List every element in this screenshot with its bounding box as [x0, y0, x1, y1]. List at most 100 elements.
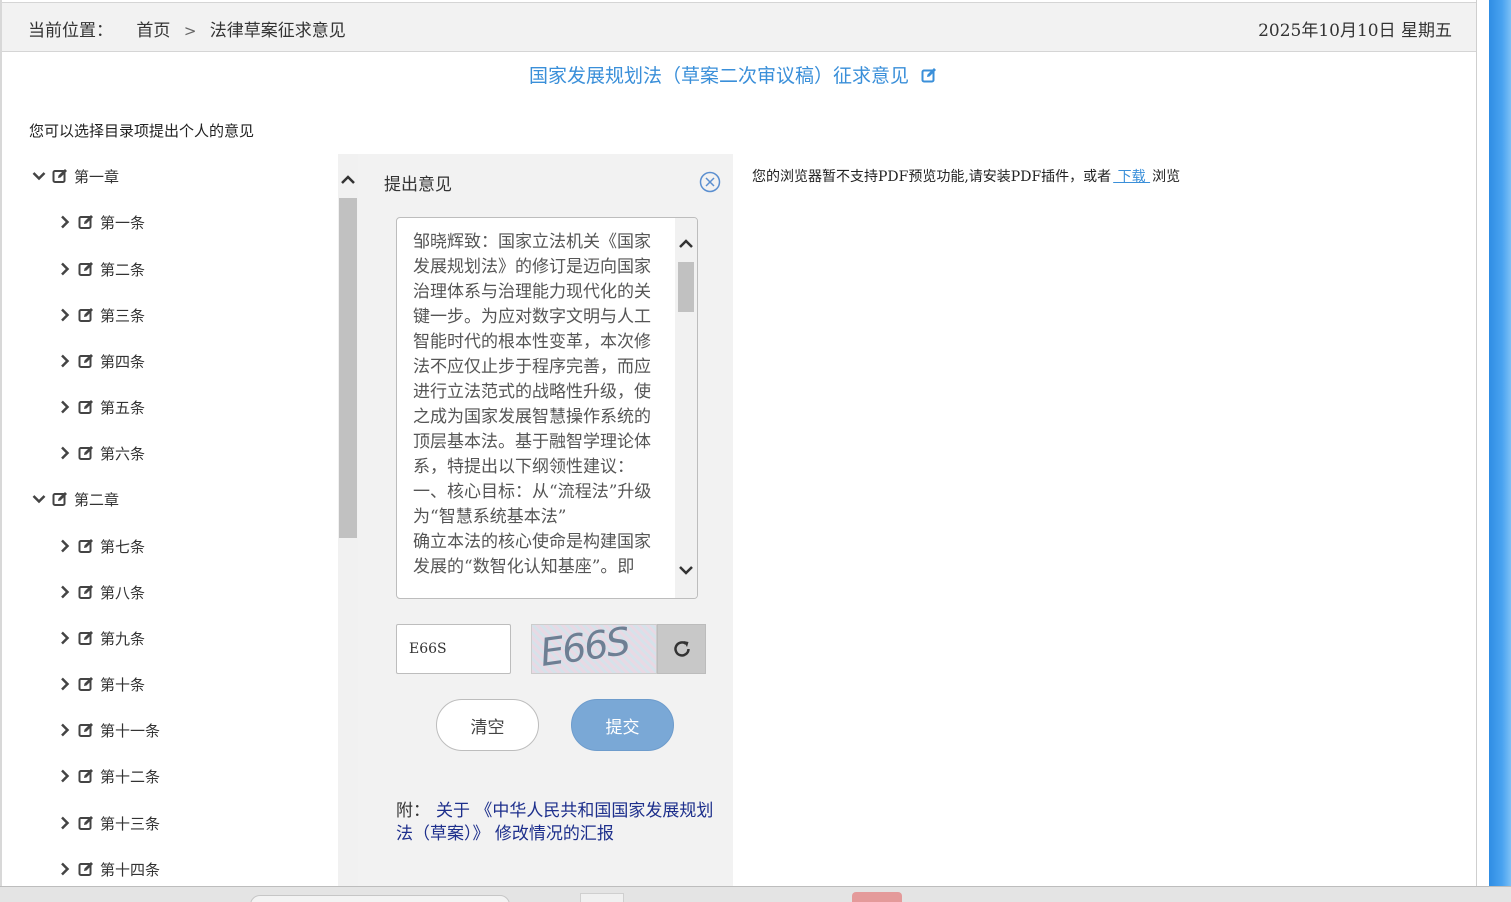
chevron-right-icon[interactable] [58, 400, 72, 414]
tree-article-label: 第十条 [100, 675, 146, 694]
tree-article[interactable]: 第一条 [58, 210, 145, 234]
panel-title: 提出意见 [384, 175, 452, 195]
chevron-right-icon[interactable] [58, 677, 72, 691]
tree-article[interactable]: 第三条 [58, 303, 145, 327]
chevron-right-icon[interactable] [58, 539, 72, 553]
taskbar-tab[interactable] [852, 892, 902, 902]
captcha-refresh-button[interactable] [657, 624, 706, 674]
chevron-right-icon[interactable] [58, 585, 72, 599]
edit-checkbox-icon[interactable] [78, 307, 94, 323]
comment-text: 邹晓辉致：国家立法机关《国家发展规划法》的修订是迈向国家治理体系与治理能力现代化… [413, 232, 652, 577]
edit-checkbox-icon[interactable] [78, 815, 94, 831]
chevron-down-icon[interactable] [32, 169, 46, 183]
chevron-right-icon[interactable] [58, 354, 72, 368]
edit-checkbox-icon[interactable] [78, 584, 94, 600]
tree-article-label: 第一条 [100, 213, 146, 232]
edit-checkbox-icon[interactable] [78, 676, 94, 692]
breadcrumb-label: 当前位置： [28, 21, 113, 41]
chevron-right-icon[interactable] [58, 769, 72, 783]
scroll-up-icon[interactable] [678, 236, 694, 252]
chevron-right-icon[interactable] [58, 862, 72, 876]
top-bar: 当前位置： 首页 > 法律草案征求意见 2025年10月10日 星期五 [2, 2, 1476, 52]
edit-checkbox-icon[interactable] [78, 353, 94, 369]
taskbar-tab[interactable] [250, 895, 510, 902]
pdf-message-suffix: 浏览 [1152, 169, 1181, 185]
comment-textarea[interactable]: 邹晓辉致：国家立法机关《国家发展规划法》的修订是迈向国家治理体系与治理能力现代化… [396, 217, 698, 599]
chevron-right-icon[interactable] [58, 723, 72, 737]
tree-article[interactable]: 第九条 [58, 626, 145, 650]
chevron-down-icon[interactable] [32, 492, 46, 506]
breadcrumb: 当前位置： 首页 > 法律草案征求意见 [28, 16, 346, 41]
captcha-image-text: E66S [537, 624, 632, 674]
pdf-message-text: 您的浏览器暂不支持PDF预览功能,请安装PDF插件，或者 [752, 169, 1112, 185]
breadcrumb-current: 法律草案征求意见 [209, 21, 346, 41]
scroll-down-icon[interactable] [678, 562, 694, 578]
tree-article-label: 第五条 [100, 398, 146, 417]
submit-button[interactable]: 提交 [571, 699, 674, 751]
edit-checkbox-icon[interactable] [52, 491, 68, 507]
textarea-scroll-thumb[interactable] [678, 262, 694, 312]
tree-article[interactable]: 第十三条 [58, 811, 160, 835]
tree-article[interactable]: 第五条 [58, 395, 145, 419]
hint-text: 您可以选择目录项提出个人的意见 [29, 122, 255, 140]
tree-article[interactable]: 第七条 [58, 534, 145, 558]
tree-article[interactable]: 第二条 [58, 257, 145, 281]
tree-article-label: 第三条 [100, 306, 146, 325]
chevron-right-icon[interactable] [58, 816, 72, 830]
edit-checkbox-icon[interactable] [78, 399, 94, 415]
clear-button[interactable]: 清空 [436, 699, 539, 751]
edit-icon[interactable] [921, 67, 937, 83]
tree-article-label: 第四条 [100, 352, 146, 371]
edit-checkbox-icon[interactable] [78, 538, 94, 554]
scroll-up-icon[interactable] [340, 172, 356, 188]
tree-article-label: 第十四条 [100, 860, 161, 879]
tree-article[interactable]: 第十四条 [58, 857, 160, 881]
close-icon[interactable] [699, 171, 721, 193]
comment-panel: 提出意见 邹晓辉致：国家立法机关《国家发展规划法》的修订是迈向国家治理体系与治理… [358, 154, 733, 886]
edit-checkbox-icon[interactable] [78, 261, 94, 277]
tree-article[interactable]: 第十一条 [58, 718, 160, 742]
captcha-input[interactable]: E66S [396, 624, 511, 674]
toc-tree: 第一章 第一条 第二条 第三条 第四条 第五条 第六条 第二章 第七条 第八条 … [28, 154, 338, 886]
tree-article[interactable]: 第四条 [58, 349, 145, 373]
tree-chapter-1[interactable]: 第一章 [32, 164, 119, 188]
tree-article-label: 第十二条 [100, 767, 161, 786]
tree-article-label: 第二条 [100, 260, 146, 279]
chevron-right-icon[interactable] [58, 215, 72, 229]
edit-checkbox-icon[interactable] [78, 630, 94, 646]
refresh-icon [673, 641, 690, 657]
page-title-text: 国家发展规划法（草案二次审议稿）征求意见 [529, 65, 910, 87]
tree-article-label: 第九条 [100, 629, 146, 648]
breadcrumb-home-link[interactable]: 首页 [136, 16, 170, 41]
edit-checkbox-icon[interactable] [52, 168, 68, 184]
chevron-right-icon[interactable] [58, 446, 72, 460]
right-divider [1476, 0, 1489, 886]
taskbar-tab[interactable] [580, 893, 624, 902]
chevron-right-icon[interactable] [58, 262, 72, 276]
edit-checkbox-icon[interactable] [78, 768, 94, 784]
attachment: 附： 关于 《中华人民共和国国家发展规划法（草案）》 修改情况的汇报 [396, 800, 726, 846]
tree-scrollbar[interactable] [338, 154, 358, 886]
tree-article-label: 第八条 [100, 583, 146, 602]
tree-article[interactable]: 第十二条 [58, 764, 160, 788]
page-title[interactable]: 国家发展规划法（草案二次审议稿）征求意见 [529, 61, 937, 88]
attachment-label: 附： [396, 801, 430, 821]
tree-article[interactable]: 第六条 [58, 441, 145, 465]
download-link[interactable]: 下载 [1113, 169, 1150, 185]
edit-checkbox-icon[interactable] [78, 445, 94, 461]
tree-article-label: 第十三条 [100, 814, 161, 833]
left-border [0, 0, 2, 886]
tree-chapter-2[interactable]: 第二章 [32, 487, 119, 511]
edit-checkbox-icon[interactable] [78, 214, 94, 230]
tree-article[interactable]: 第十条 [58, 672, 145, 696]
attachment-link[interactable]: 关于 《中华人民共和国国家发展规划法（草案）》 修改情况的汇报 [396, 801, 713, 844]
tree-article[interactable]: 第八条 [58, 580, 145, 604]
tree-scroll-thumb[interactable] [339, 198, 357, 538]
right-accent-bar [1489, 0, 1511, 886]
current-date: 2025年10月10日 星期五 [1258, 21, 1452, 41]
textarea-scrollbar[interactable] [675, 218, 697, 598]
chevron-right-icon[interactable] [58, 631, 72, 645]
edit-checkbox-icon[interactable] [78, 722, 94, 738]
edit-checkbox-icon[interactable] [78, 861, 94, 877]
chevron-right-icon[interactable] [58, 308, 72, 322]
